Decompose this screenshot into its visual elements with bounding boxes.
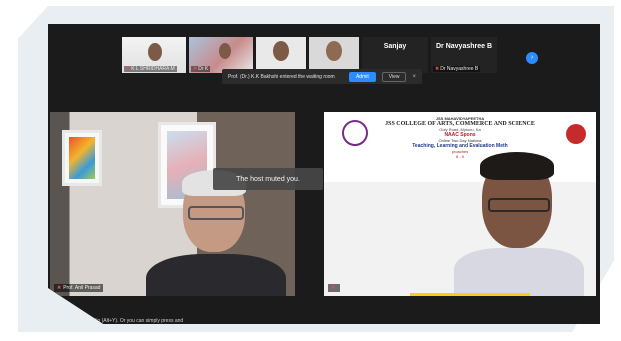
- host-muted-toast: The host muted you.: [213, 168, 323, 190]
- wall-painting: [62, 130, 102, 186]
- next-page-button[interactable]: ›: [526, 52, 538, 64]
- video-tile-right[interactable]: JSS MAHAVIDYAPEETHA JSS COLLEGE OF ARTS,…: [324, 112, 596, 296]
- zoom-meeting-window: ✖K L SHRIDHARA M ✖Dr K Sanjay Dr Navyash…: [48, 24, 600, 324]
- muted-mic-icon: ✖: [57, 285, 62, 291]
- college-logo-icon: [342, 120, 368, 146]
- muted-mic-icon: ✖: [435, 66, 440, 72]
- participant-face: [326, 41, 342, 61]
- emblem-icon: [566, 124, 586, 144]
- participant-label: ✖Dr K: [191, 66, 211, 72]
- waiting-room-notification: Prof. (Dr.) K.K Bakhshi entered the wait…: [222, 69, 422, 84]
- participant-thumbnail[interactable]: [309, 37, 359, 73]
- participant-face: [148, 43, 162, 61]
- participant-label: ✖Dr Navyashree B: [433, 66, 481, 72]
- participant-thumbnail[interactable]: [256, 37, 306, 73]
- participant-name: Sanjay: [383, 43, 407, 50]
- participant-label: ✖K L SHRIDHARA M: [124, 66, 177, 72]
- muted-mic-icon: ✖: [193, 66, 198, 72]
- participant-strip: ✖K L SHRIDHARA M ✖Dr K Sanjay Dr Navyash…: [122, 37, 497, 73]
- participant-thumbnail[interactable]: Sanjay: [362, 37, 428, 73]
- participant-thumbnail[interactable]: Dr Navyashree B ✖Dr Navyashree B: [431, 37, 497, 73]
- notification-message: Prof. (Dr.) K.K Bakhshi entered the wait…: [228, 73, 335, 80]
- participant-face: [273, 41, 289, 61]
- participant-name: Dr Navyashree B: [435, 43, 493, 50]
- participant-name-tag: ✖ Prof. Anil Prasad: [54, 284, 104, 292]
- speaker-video: [454, 148, 584, 296]
- muted-mic-icon: ✖: [126, 66, 131, 72]
- close-icon[interactable]: ×: [412, 74, 416, 80]
- view-button[interactable]: View: [381, 71, 407, 82]
- participant-thumbnail[interactable]: ✖K L SHRIDHARA M: [122, 37, 186, 73]
- participant-name-tag: ✖: [328, 284, 341, 292]
- admit-button[interactable]: Admit: [348, 71, 376, 82]
- muted-mic-icon: ✖: [331, 285, 336, 291]
- participant-face: [219, 43, 231, 59]
- video-tile-left[interactable]: ✖ Prof. Anil Prasad: [50, 112, 295, 296]
- participant-thumbnail[interactable]: ✖Dr K: [189, 37, 253, 73]
- active-speaker-indicator: [410, 293, 530, 296]
